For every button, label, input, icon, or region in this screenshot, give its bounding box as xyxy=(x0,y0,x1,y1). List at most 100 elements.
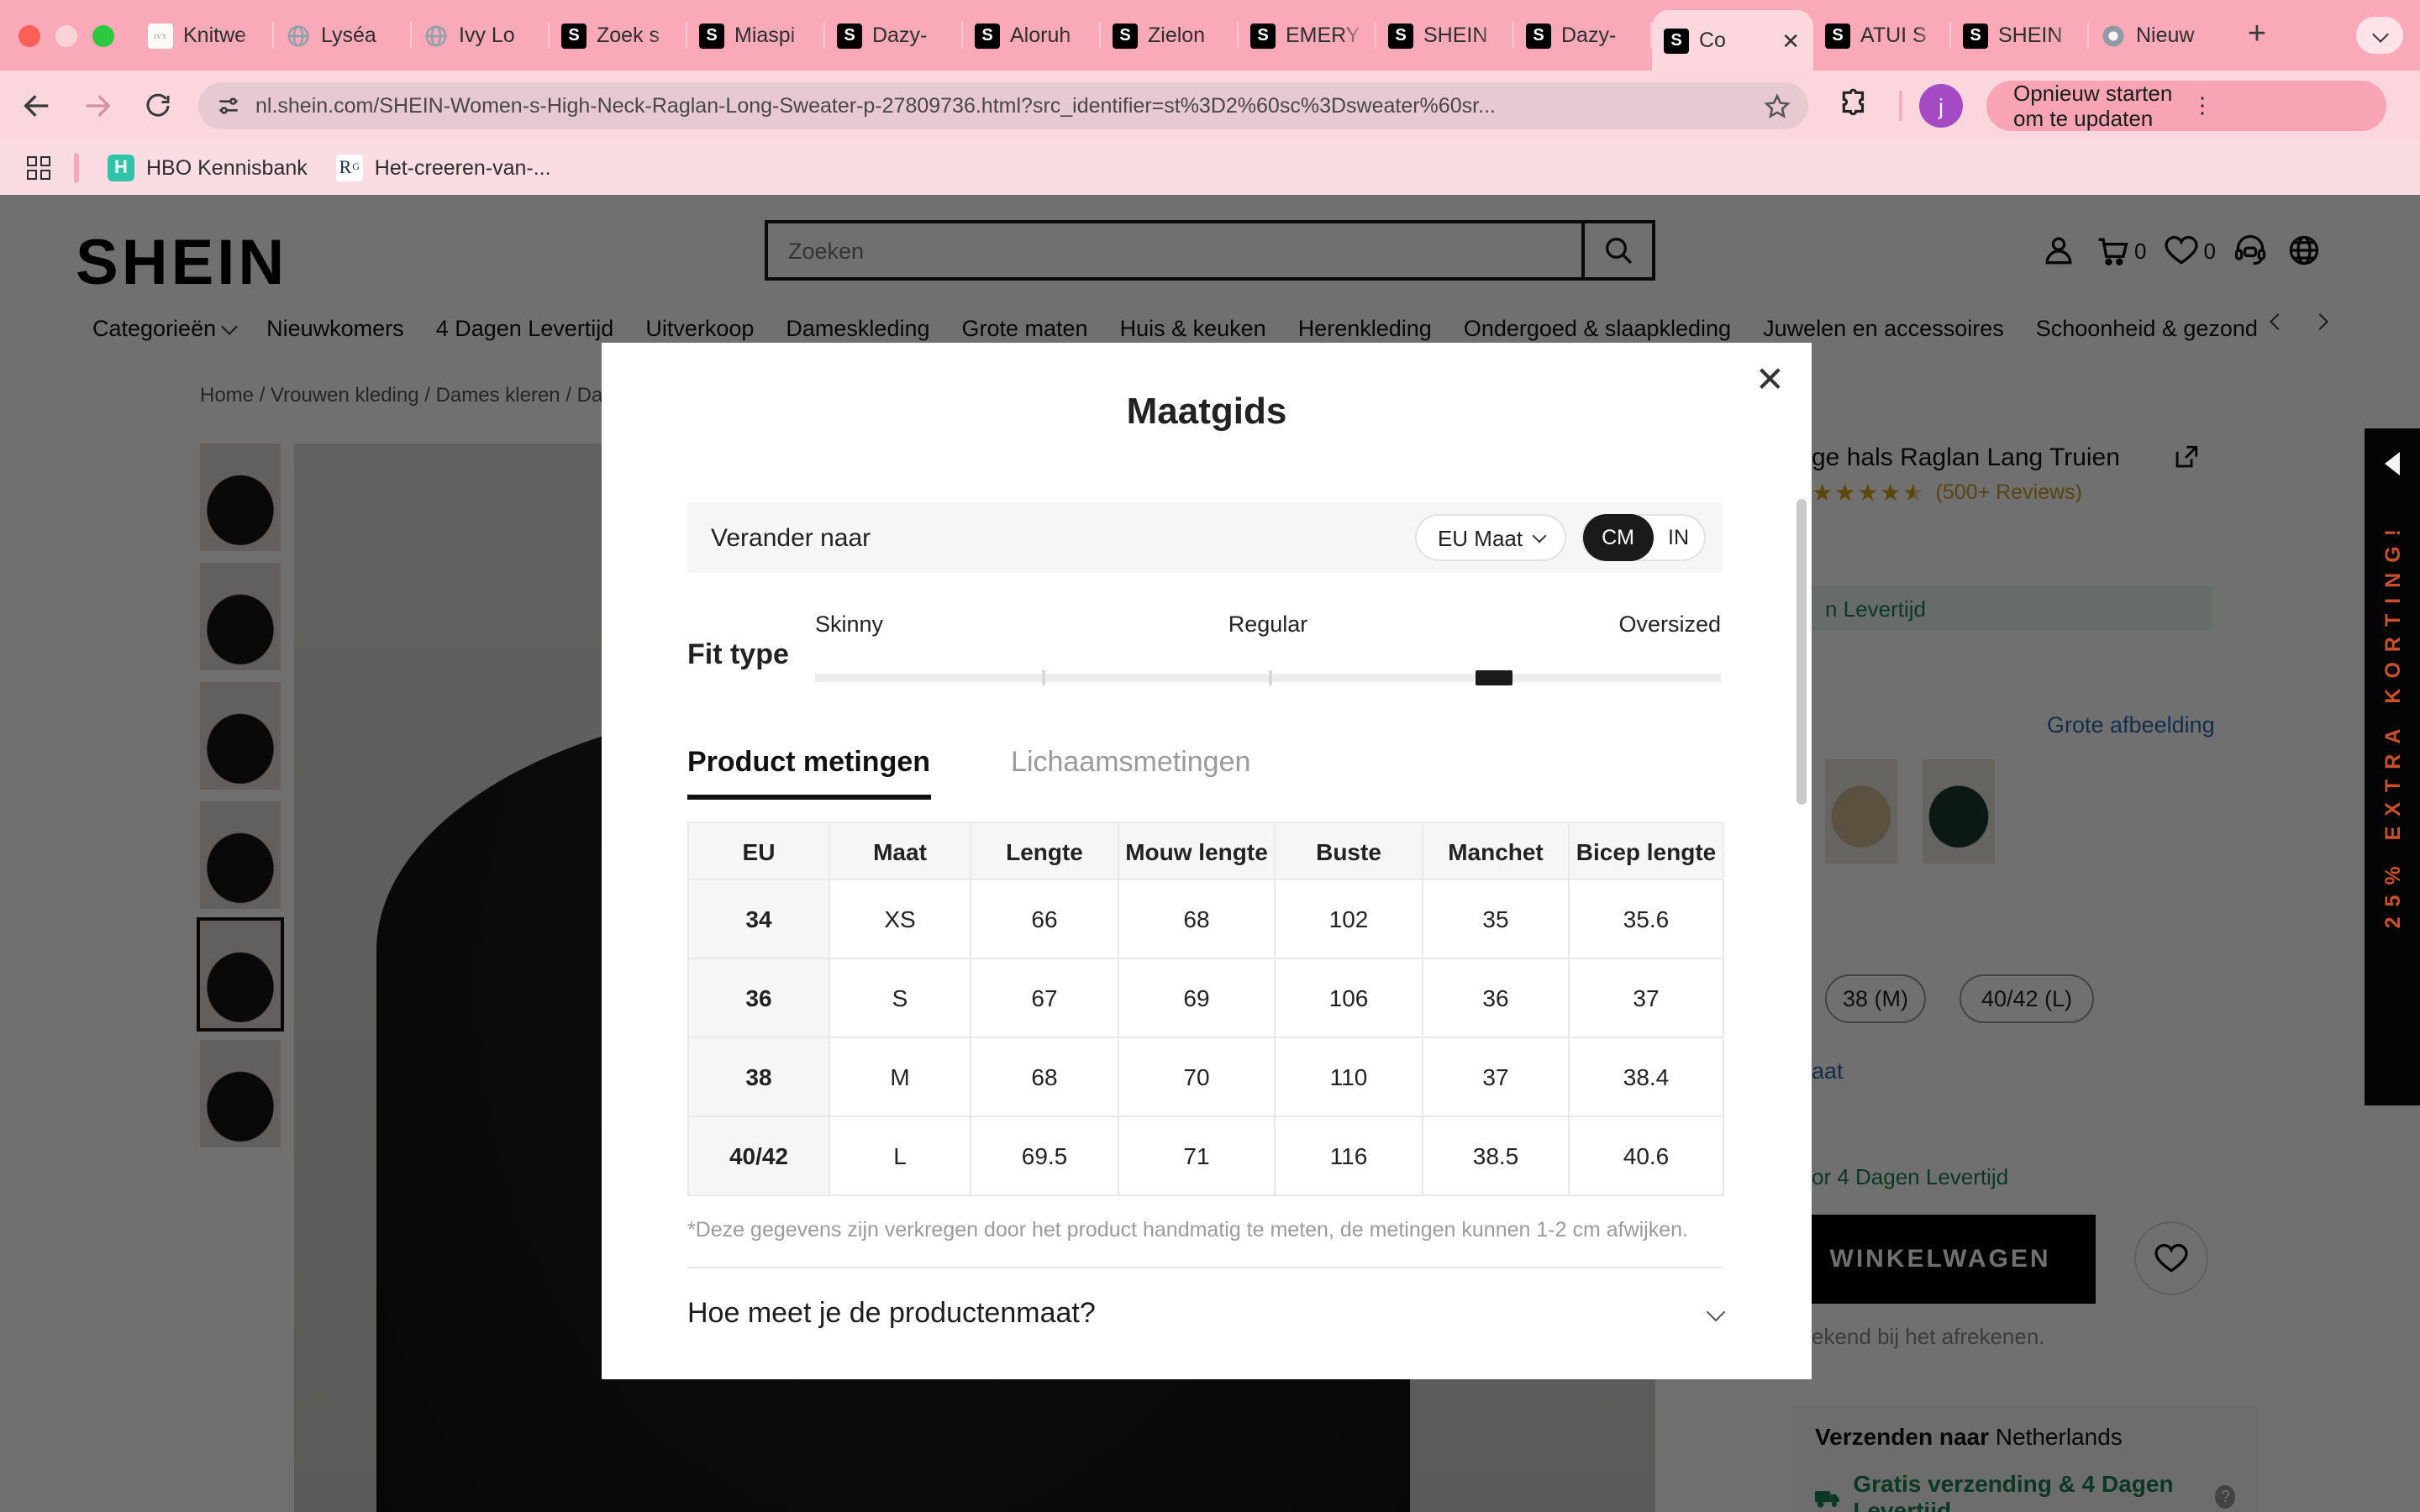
unit-toggle: CM IN xyxy=(1581,514,1706,561)
tab-lichaamsmetingen[interactable]: Lichaamsmetingen xyxy=(1011,746,1250,800)
col-lengte: Lengte xyxy=(971,822,1118,879)
change-to-label: Verander naar xyxy=(711,523,1416,552)
unit-in-button[interactable]: IN xyxy=(1653,526,1704,549)
discount-side-banner[interactable]: 25% EXTRA KORTING! xyxy=(2365,428,2420,1105)
table-row: 38M68701103738.4 xyxy=(688,1037,1723,1116)
tab-aloruh[interactable]: SAloruh xyxy=(963,0,1101,71)
table-row: 36S67691063637 xyxy=(688,958,1723,1037)
site-favicon: IVY xyxy=(148,23,173,48)
tab-list: IVYKnitwe Lyséa Ivy Lo SZoek s SMiaspi S… xyxy=(136,0,2227,71)
chevron-down-icon xyxy=(2371,25,2388,42)
bookmarks-divider xyxy=(74,152,79,182)
tab-close-icon[interactable]: ✕ xyxy=(1780,29,1802,51)
tab-shein-2[interactable]: SSHEIN xyxy=(1951,0,2089,71)
faq-accordion[interactable]: Hoe meet je de productenmaat? xyxy=(687,1297,1723,1331)
tab-search-button[interactable] xyxy=(2356,17,2403,54)
site-controls-icon[interactable] xyxy=(215,92,242,119)
fullscreen-window-button[interactable] xyxy=(92,25,114,47)
browser-toolbar: nl.shein.com/SHEIN-Women-s-High-Neck-Rag… xyxy=(0,71,2420,139)
shein-favicon: S xyxy=(1664,28,1689,53)
shein-favicon: S xyxy=(699,23,724,48)
apps-grid-icon[interactable] xyxy=(27,155,50,179)
size-guide-modal: ✕ Maatgids Verander naar EU Maat CM IN F… xyxy=(602,343,1812,1379)
bookmark-researchgate[interactable]: RGHet-creeren-van-... xyxy=(336,154,551,181)
shein-favicon: S xyxy=(1388,23,1413,48)
chevron-down-icon xyxy=(1533,529,1547,543)
bookmark-star-icon[interactable] xyxy=(1763,92,1791,120)
shein-favicon: S xyxy=(1825,23,1850,48)
tab-ivy[interactable]: Ivy Lo xyxy=(412,0,550,71)
table-row: 40/42L69.57111638.540.6 xyxy=(688,1116,1723,1195)
tab-knitwe[interactable]: IVYKnitwe xyxy=(136,0,274,71)
shein-favicon: S xyxy=(837,23,862,48)
window-controls xyxy=(18,25,114,47)
table-row: 34XS66681023535.6 xyxy=(688,879,1723,958)
reload-button[interactable] xyxy=(134,81,182,129)
size-table: EU Maat Lengte Mouw lengte Buste Manchet… xyxy=(687,822,1724,1196)
url-text: nl.shein.com/SHEIN-Women-s-High-Neck-Rag… xyxy=(255,94,1753,118)
divider xyxy=(687,1267,1723,1268)
fit-options: Skinny Regular Oversized xyxy=(815,612,1721,642)
shein-favicon: S xyxy=(1963,23,1988,48)
tab-dazy-1[interactable]: SDazy- xyxy=(825,0,963,71)
col-manchet: Manchet xyxy=(1423,822,1569,879)
restart-to-update-button[interactable]: Opnieuw starten om te updaten ⋮ xyxy=(1986,81,2386,131)
fit-option-skinny: Skinny xyxy=(815,612,883,637)
url-bar[interactable]: nl.shein.com/SHEIN-Women-s-High-Neck-Rag… xyxy=(198,82,1808,129)
tab-zielon[interactable]: SZielon xyxy=(1101,0,1239,71)
fit-option-oversized: Oversized xyxy=(1618,612,1721,637)
tab-dazy-2[interactable]: SDazy- xyxy=(1514,0,1652,71)
tab-product-metingen[interactable]: Product metingen xyxy=(687,746,930,800)
browser-menu-icon[interactable]: ⋮ xyxy=(2191,92,2370,119)
forward-button[interactable] xyxy=(74,81,121,129)
unit-cm-button[interactable]: CM xyxy=(1583,514,1653,561)
shein-favicon: S xyxy=(1113,23,1138,48)
collapse-arrow-icon[interactable] xyxy=(2385,452,2400,475)
col-mouw-lengte: Mouw lengte xyxy=(1118,822,1275,879)
tab-lysea[interactable]: Lyséa xyxy=(274,0,412,71)
fit-type-label: Fit type xyxy=(687,638,789,672)
browser-tabstrip: IVYKnitwe Lyséa Ivy Lo SZoek s SMiaspi S… xyxy=(0,0,2420,71)
tab-zoek[interactable]: SZoek s xyxy=(550,0,687,71)
modal-scrollbar-thumb[interactable] xyxy=(1797,499,1807,805)
bookmarks-bar: HHBO Kennisbank RGHet-creeren-van-... xyxy=(0,139,2420,195)
minimize-window-button[interactable] xyxy=(55,25,77,47)
bookmark-hbo[interactable]: HHBO Kennisbank xyxy=(108,154,308,181)
tab-shein-1[interactable]: SSHEIN xyxy=(1376,0,1514,71)
tab-atui[interactable]: SATUI S xyxy=(1813,0,1951,71)
fit-type-slider[interactable]: Skinny Regular Oversized xyxy=(815,612,1721,689)
col-bicep-lengte: Bicep lengte xyxy=(1569,822,1723,879)
hbo-favicon: H xyxy=(108,154,134,181)
tab-new[interactable]: Nieuw xyxy=(2089,0,2227,71)
slider-tick xyxy=(1268,670,1271,685)
close-window-button[interactable] xyxy=(18,25,40,47)
screen: IVYKnitwe Lyséa Ivy Lo SZoek s SMiaspi S… xyxy=(0,0,2420,1512)
new-tab-button[interactable]: + xyxy=(2235,13,2279,57)
unit-row: Verander naar EU Maat CM IN xyxy=(687,502,1723,573)
globe-icon xyxy=(286,23,311,48)
col-maat: Maat xyxy=(829,822,971,879)
col-buste: Buste xyxy=(1275,822,1423,879)
chevron-down-icon xyxy=(1707,1303,1726,1322)
shein-favicon: S xyxy=(1526,23,1551,48)
back-button[interactable] xyxy=(13,81,60,129)
toolbar-divider xyxy=(1899,91,1902,121)
profile-avatar[interactable]: j xyxy=(1919,84,1963,128)
measurement-note: *Deze gegevens zijn verkregen door het p… xyxy=(687,1218,1723,1242)
extensions-icon[interactable] xyxy=(1839,87,1870,119)
update-button-label: Opnieuw starten om te updaten xyxy=(2013,81,2191,131)
shein-favicon: S xyxy=(1250,23,1276,48)
modal-title: Maatgids xyxy=(602,390,1812,433)
fit-marker[interactable] xyxy=(1476,670,1513,685)
table-header-row: EU Maat Lengte Mouw lengte Buste Manchet… xyxy=(688,822,1723,879)
chrome-icon xyxy=(2101,23,2126,48)
fit-option-regular: Regular xyxy=(1228,612,1308,637)
tab-miaspi[interactable]: SMiaspi xyxy=(687,0,825,71)
tab-emery[interactable]: SEMERY xyxy=(1239,0,1376,71)
fit-slider-track[interactable] xyxy=(815,674,1721,682)
tab-active[interactable]: SCo✕ xyxy=(1652,10,1813,71)
size-system-select[interactable]: EU Maat xyxy=(1416,514,1566,561)
shein-favicon: S xyxy=(975,23,1000,48)
researchgate-favicon: RG xyxy=(336,154,363,181)
discount-banner-text: 25% EXTRA KORTING! xyxy=(2381,519,2404,928)
